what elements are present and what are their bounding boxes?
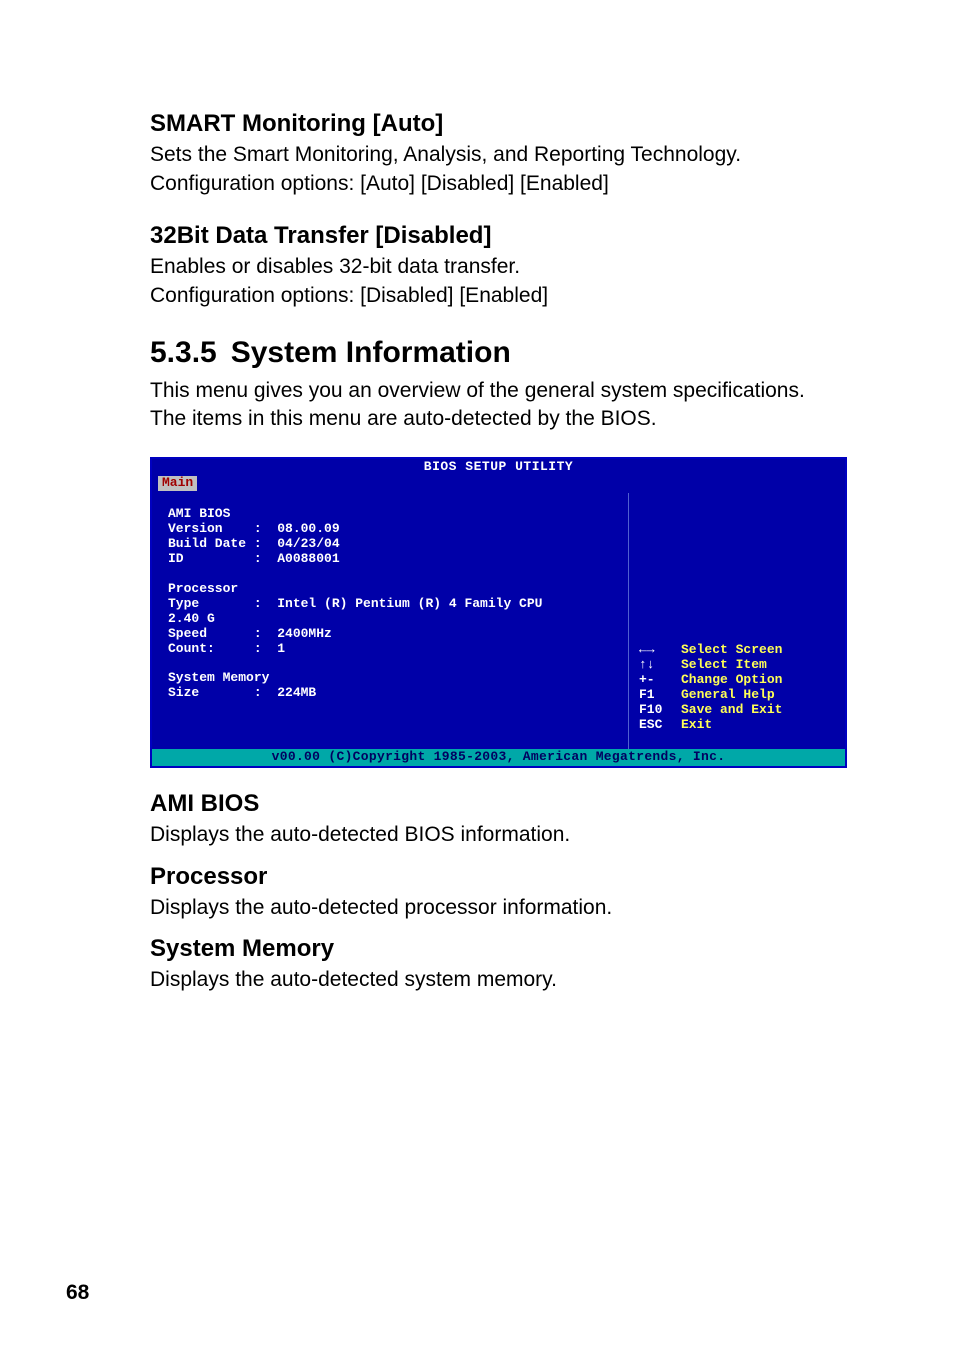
document-page: SMART Monitoring [Auto] Sets the Smart M… [0, 0, 954, 1351]
bios-help-label: Select Item [681, 657, 767, 672]
bios-tab-main: Main [158, 476, 197, 491]
bios-help-general-help: F1General Help [639, 688, 837, 703]
body-text: This menu gives you an overview of the g… [150, 378, 849, 405]
bios-help-key: +- [639, 673, 681, 688]
body-text: Enables or disables 32-bit data transfer… [150, 254, 849, 281]
bios-help-key: F10 [639, 703, 681, 718]
bios-blank-row [168, 567, 614, 582]
body-text: Displays the auto-detected processor inf… [150, 895, 849, 922]
heading-processor: Processor [150, 863, 849, 891]
bios-body: AMI BIOS Version : 08.00.09 Build Date :… [152, 493, 845, 749]
body-text: Sets the Smart Monitoring, Analysis, and… [150, 142, 849, 169]
body-text: Displays the auto-detected system memory… [150, 967, 849, 994]
bios-help-save-exit: F10Save and Exit [639, 703, 837, 718]
bios-help-select-screen: ←→Select Screen [639, 643, 837, 658]
heading-ami-bios: AMI BIOS [150, 790, 849, 818]
bios-count-row: Count: : 1 [168, 642, 614, 657]
page-number: 68 [66, 1281, 89, 1305]
body-text: Configuration options: [Disabled] [Enabl… [150, 283, 849, 310]
bios-blank-row [168, 657, 614, 672]
bios-memory-header: System Memory [168, 671, 614, 686]
bios-help-change-option: +-Change Option [639, 673, 837, 688]
bios-ghz-row: 2.40 G [168, 612, 614, 627]
bios-type-row: Type : Intel (R) Pentium (R) 4 Family CP… [168, 597, 614, 612]
bios-help-exit: ESCExit [639, 718, 837, 733]
bios-help-select-item: ↑↓Select Item [639, 658, 837, 673]
heading-32bit-data-transfer: 32Bit Data Transfer [Disabled] [150, 222, 849, 250]
section-32bit-data-transfer: 32Bit Data Transfer [Disabled] Enables o… [150, 222, 849, 310]
bios-tabs: Main [152, 476, 845, 493]
bios-builddate-row: Build Date : 04/23/04 [168, 537, 614, 552]
body-text: Displays the auto-detected BIOS informat… [150, 822, 849, 849]
bios-id-row: ID : A0088001 [168, 552, 614, 567]
bios-help-key: ←→ [639, 643, 681, 658]
bios-help-key: ESC [639, 718, 681, 733]
bios-help-key: ↑↓ [639, 658, 681, 673]
section-title: System Information [231, 336, 511, 369]
heading-system-information: 5.3.5 System Information [150, 336, 849, 370]
bios-help-label: Exit [681, 717, 712, 732]
section-number: 5.3.5 [150, 336, 217, 370]
bios-help-label: Save and Exit [681, 702, 782, 717]
bios-help-panel: ←→Select Screen ↑↓Select Item +-Change O… [629, 493, 845, 749]
bios-footer: v00.00 (C)Copyright 1985-2003, American … [152, 749, 845, 766]
bios-ami-header: AMI BIOS [168, 507, 614, 522]
section-smart-monitoring: SMART Monitoring [Auto] Sets the Smart M… [150, 110, 849, 198]
bios-window: BIOS SETUP UTILITY Main AMI BIOS Version… [150, 457, 847, 767]
bios-speed-row: Speed : 2400MHz [168, 627, 614, 642]
bios-help-label: General Help [681, 687, 775, 702]
bios-help-label: Select Screen [681, 642, 782, 657]
bios-left-panel: AMI BIOS Version : 08.00.09 Build Date :… [152, 493, 629, 749]
bios-size-row: Size : 224MB [168, 686, 614, 701]
bios-screenshot: BIOS SETUP UTILITY Main AMI BIOS Version… [150, 457, 849, 767]
bios-help-label: Change Option [681, 672, 782, 687]
body-text: The items in this menu are auto-detected… [150, 406, 849, 433]
bios-help-spacer [639, 505, 837, 643]
body-text: Configuration options: [Auto] [Disabled]… [150, 171, 849, 198]
section-system-information: 5.3.5 System Information This menu gives … [150, 336, 849, 434]
bios-help-key: F1 [639, 688, 681, 703]
heading-system-memory: System Memory [150, 935, 849, 963]
section-ami-bios: AMI BIOS Displays the auto-detected BIOS… [150, 790, 849, 849]
bios-version-row: Version : 08.00.09 [168, 522, 614, 537]
section-processor: Processor Displays the auto-detected pro… [150, 863, 849, 922]
heading-smart-monitoring: SMART Monitoring [Auto] [150, 110, 849, 138]
bios-processor-header: Processor [168, 582, 614, 597]
bios-title: BIOS SETUP UTILITY [152, 459, 845, 476]
section-system-memory: System Memory Displays the auto-detected… [150, 935, 849, 994]
